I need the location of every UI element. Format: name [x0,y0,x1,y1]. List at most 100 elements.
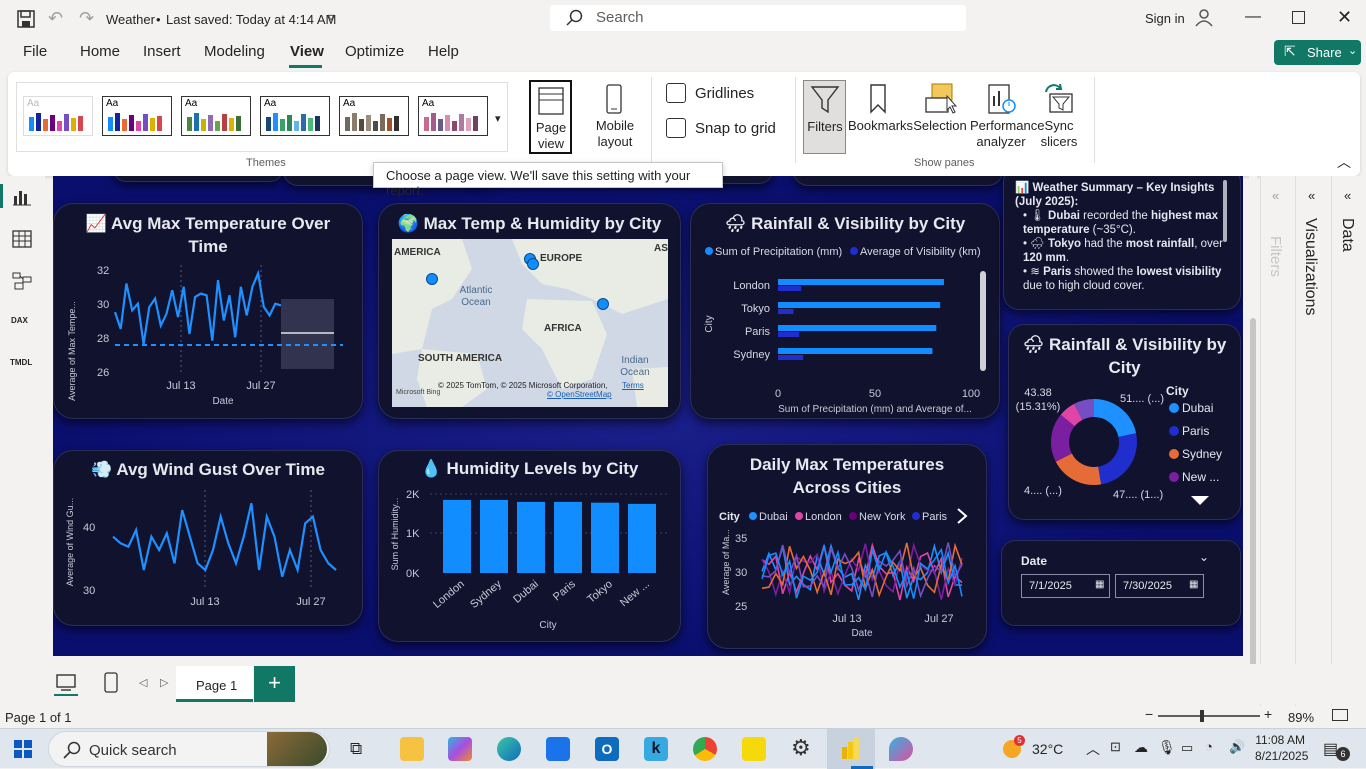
chevron-down-icon[interactable]: ▿ [328,10,334,24]
filters-pane-button[interactable]: Filters [803,80,846,154]
bar-visibility[interactable] [778,332,800,337]
model-view-icon[interactable] [12,272,32,290]
map-area[interactable]: AMERICA EUROPE AS Atlantic Ocean AFRICA … [392,239,668,407]
map-card[interactable]: 🌍 Max Temp & Humidity by City AMERICA EU… [378,203,681,419]
dax-query-view-icon[interactable]: DAX [11,316,28,325]
map-bubble-new-york[interactable] [426,273,438,285]
humidity-card[interactable]: 💧 Humidity Levels by City Sum of Humidit… [378,450,681,642]
map-bubble-paris[interactable] [527,258,539,270]
performance-analyzer-button[interactable]: Performance analyzer [970,82,1044,152]
next-page-icon[interactable]: ▷ [160,676,168,689]
zoom-out-icon[interactable]: − [1145,706,1153,722]
legend-city[interactable]: New ... [1182,470,1219,484]
wifi-icon[interactable]: ◔ [1205,739,1213,754]
scrollbar[interactable] [1223,180,1227,242]
sync-slicers-button[interactable]: Sync slicers [1034,82,1084,152]
theme-swatch-3[interactable]: Aa [181,96,251,136]
chrome-icon[interactable] [693,737,717,761]
task-view-icon[interactable]: ⧉ [350,739,362,759]
k-app-icon[interactable]: k [644,737,668,761]
gridlines-checkbox[interactable] [666,83,686,103]
close-icon[interactable]: ✕ [1337,7,1352,28]
page-view-button[interactable]: Page view [529,80,572,154]
menu-optimize[interactable]: Optimize [345,43,404,60]
zoom-slider-thumb[interactable] [1200,710,1204,722]
legend-city[interactable]: Sydney [1182,447,1222,461]
bar-humidity[interactable] [480,499,508,573]
legend-city[interactable]: Dubai [759,511,788,523]
donut-slice[interactable] [1074,399,1095,421]
copilot-icon[interactable] [448,737,472,761]
legend-city[interactable]: Paris [922,511,948,523]
collapse-ribbon-icon[interactable]: ︿ [1337,152,1351,172]
sign-in-link[interactable]: Sign in [1145,11,1185,26]
windows-start-icon[interactable] [14,740,32,758]
report-view-icon[interactable] [12,188,32,206]
theme-swatch-4[interactable]: Aa [260,96,330,136]
bar-visibility[interactable] [778,355,804,360]
legend-city[interactable]: Dubai [1182,401,1213,415]
bar-precipitation[interactable] [778,325,937,331]
legend-city[interactable]: London [805,511,842,523]
daily-temps-card[interactable]: Daily Max Temperatures Across Cities Cit… [707,444,987,649]
maximize-icon[interactable] [1292,11,1305,24]
share-button[interactable]: ⇱ Share ⌄ [1274,40,1361,65]
mobile-view-icon[interactable] [104,672,118,694]
end-date-input[interactable]: 7/30/2025 ▦ [1115,574,1204,598]
themes-dropdown-icon[interactable]: ▾ [495,112,501,125]
volume-icon[interactable]: 🔊 [1229,739,1245,755]
scrollbar[interactable] [980,271,986,371]
theme-swatch-5[interactable]: Aa [339,96,409,136]
bar-precipitation[interactable] [778,348,933,354]
collapse-visualizations-icon[interactable]: « [1308,188,1315,203]
battery-icon[interactable]: ▭ [1181,740,1193,756]
avg-max-temp-card[interactable]: 📈 Avg Max Temperature Over Time Average … [53,203,363,419]
outlook-icon[interactable]: O [595,737,619,761]
chevron-up-icon[interactable]: ︿ [1086,739,1100,759]
desktop-view-icon[interactable] [56,674,76,692]
rainfall-visibility-card[interactable]: 🌧 Rainfall & Visibility by City Sum of P… [690,203,1000,419]
calendar-icon[interactable]: ▦ [1189,579,1198,590]
canvas-scrollbar-track[interactable] [1249,176,1257,666]
date-slicer-card[interactable]: Date ⌄ 7/1/2025 ▦ 7/30/2025 ▦ [1001,540,1241,626]
selection-pane-button[interactable]: Selection [912,82,968,152]
search-box[interactable]: Search [550,5,966,31]
menu-help[interactable]: Help [428,43,459,60]
undo-icon[interactable]: ↶ [48,8,63,29]
donut-slice[interactable] [1051,414,1075,462]
menu-view[interactable]: View [290,43,324,60]
map-bubble-dubai[interactable] [597,298,609,310]
bar-visibility[interactable] [778,309,794,314]
zoom-in-icon[interactable]: + [1264,706,1272,722]
menu-modeling[interactable]: Modeling [204,43,265,60]
minimize-icon[interactable]: — [1245,8,1261,26]
microphone-icon[interactable]: 🎙 [1158,739,1176,756]
wind-gust-card[interactable]: 💨 Avg Wind Gust Over Time Average of Win… [53,450,363,626]
legend-scroll-down-icon[interactable] [1191,496,1209,505]
bar-precipitation[interactable] [778,279,944,285]
file-explorer-icon[interactable] [400,737,424,761]
menu-insert[interactable]: Insert [143,43,181,60]
add-page-button[interactable]: + [254,666,295,702]
bar-visibility[interactable] [778,286,802,291]
theme-swatch-1[interactable]: Aa [23,96,93,136]
prev-page-icon[interactable]: ◁ [139,676,147,689]
snap-to-grid-checkbox[interactable] [666,118,686,138]
power-bi-icon[interactable] [840,737,862,761]
canvas-scrollbar-thumb[interactable] [1250,318,1256,666]
page-tab-1[interactable]: Page 1 [176,666,253,702]
menu-home[interactable]: Home [80,43,120,60]
store-icon[interactable] [546,737,570,761]
legend-city[interactable]: Paris [1182,424,1209,438]
weather-summary-card[interactable]: 📊 Weather Summary – Key Insights (July 2… [1003,176,1241,310]
donut-slice[interactable] [1097,433,1137,485]
clock-time[interactable]: 11:08 AM [1255,733,1305,747]
donut-slice[interactable] [1055,452,1102,485]
theme-swatch-6[interactable]: Aa [418,96,488,136]
fit-to-page-icon[interactable] [1332,709,1348,721]
edge-icon[interactable] [497,737,521,761]
clock-date[interactable]: 8/21/2025 [1255,749,1308,763]
collapse-data-icon[interactable]: « [1344,188,1351,203]
mobile-layout-button[interactable]: Mobile layout [591,82,639,152]
donut-slice[interactable] [1093,399,1137,438]
